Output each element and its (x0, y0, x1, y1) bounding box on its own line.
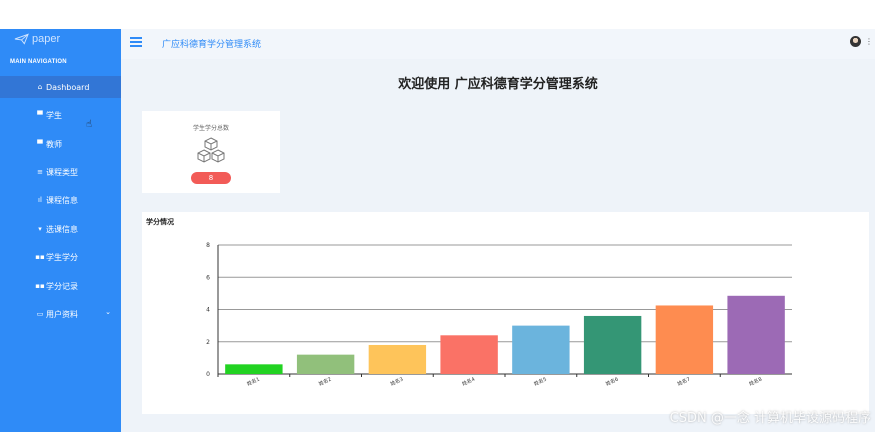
bar (440, 335, 498, 374)
home-icon: ⌂ (37, 83, 43, 91)
sidebar-item-credit-records[interactable]: ▪▪ 学分记录 (0, 275, 121, 297)
logo[interactable]: paper (14, 33, 60, 45)
pin-icon: ▾ (38, 225, 42, 233)
sidebar-item-label: 用户资料 (46, 309, 78, 319)
x-tick-label: 姓名4 (461, 376, 476, 388)
watermark: CSDN @一念 计算机毕设源码程序 (669, 411, 871, 426)
stat-card: 学生学分总数 8 (142, 111, 280, 193)
x-tick-label: 姓名2 (318, 376, 333, 388)
x-tick-label: 姓名7 (676, 376, 691, 388)
chat-icon: ▀ (37, 111, 43, 119)
logo-text: paper (32, 33, 61, 45)
x-tick-label: 姓名6 (605, 376, 620, 388)
sidebar-item-label: 教师 (46, 139, 62, 149)
bar (368, 344, 427, 374)
y-tick-label: 6 (206, 274, 210, 281)
bar (655, 305, 714, 374)
paper-plane-icon (14, 33, 29, 45)
top-strip (0, 0, 875, 29)
sidebar-item-label: Dashboard (46, 82, 90, 92)
main-content: 欢迎使用 广应科德育学分管理系统 学生学分总数 8 学分情况 0 2 4 6 8 姓名1 姓… (121, 59, 875, 432)
sidebar-item-dashboard[interactable]: ⌂ Dashboard (0, 76, 136, 98)
sidebar-item-label: 学生 (46, 110, 62, 120)
stat-value-badge: 8 (191, 172, 231, 184)
y-tick-label: 0 (206, 371, 210, 378)
nav-heading: MAIN NAVIGATION (10, 59, 67, 65)
x-tick-label: 姓名8 (748, 376, 763, 388)
grid-icon: ▪▪ (35, 282, 45, 290)
bar (225, 364, 283, 374)
chart-card: 学分情况 0 2 4 6 8 姓名1 姓名2 姓名3 姓名4 姓名5 姓名6 姓名7 姓名8 (142, 212, 869, 414)
stat-title: 学生学分总数 (192, 125, 229, 132)
bar-chart-icon: ıl (38, 196, 42, 204)
sidebar-item-user-profile[interactable]: ▭ 用户资料 ⌄ (0, 303, 121, 325)
app-title: 广应科德育学分管理系统 (162, 40, 262, 50)
sidebar-item-teachers[interactable]: ▀ 教师 (0, 133, 121, 155)
cubes-icon (197, 137, 225, 163)
card-icon: ▀ (37, 140, 43, 148)
bar (727, 295, 785, 374)
sidebar-item-course-info[interactable]: ıl 课程信息 (0, 189, 121, 211)
sidebar-item-label: 学生学分 (46, 252, 78, 262)
avatar[interactable] (850, 36, 861, 47)
menu-toggle-icon[interactable] (130, 37, 142, 47)
page-title: 欢迎使用 广应科德育学分管理系统 (398, 77, 598, 92)
x-tick-label: 姓名1 (246, 376, 261, 388)
sidebar-item-label: 课程信息 (46, 195, 78, 205)
top-header: 广应科德育学分管理系统 ⋮ (121, 29, 875, 59)
bar-chart: 0 2 4 6 8 姓名1 姓名2 姓名3 姓名4 姓名5 姓名6 姓名7 姓名8 (206, 242, 792, 388)
y-tick-label: 4 (206, 307, 210, 314)
sidebar-item-label: 学分记录 (46, 281, 78, 291)
sidebar-item-students[interactable]: ▀ 学生 (0, 104, 121, 126)
more-icon[interactable]: ⋮ (865, 37, 873, 46)
sidebar-item-student-credits[interactable]: ▪▪ 学生学分 (0, 246, 121, 268)
bar (583, 315, 642, 374)
id-card-icon: ▭ (36, 310, 44, 318)
sidebar-item-course-types[interactable]: ≡ 课程类型 (0, 161, 121, 183)
bar (296, 354, 355, 374)
sidebar-item-label: 选课信息 (46, 224, 78, 234)
chevron-down-icon: ⌄ (105, 308, 111, 316)
x-tick-label: 姓名3 (389, 376, 404, 388)
bar (512, 325, 570, 374)
mouse-cursor-icon: ☝ (86, 119, 93, 130)
app-window: paper MAIN NAVIGATION ⌂ Dashboard ▀ 学生 ▀… (0, 0, 875, 432)
y-tick-label: 8 (206, 242, 210, 249)
sidebar-item-label: 课程类型 (46, 167, 78, 177)
x-tick-label: 姓名5 (533, 376, 548, 388)
sidebar: paper MAIN NAVIGATION ⌂ Dashboard ▀ 学生 ▀… (0, 29, 136, 432)
y-tick-label: 2 (206, 339, 210, 346)
sidebar-item-enrollment[interactable]: ▾ 选课信息 (0, 218, 121, 240)
list-icon: ≡ (37, 168, 43, 176)
grid-icon: ▪▪ (35, 253, 45, 261)
